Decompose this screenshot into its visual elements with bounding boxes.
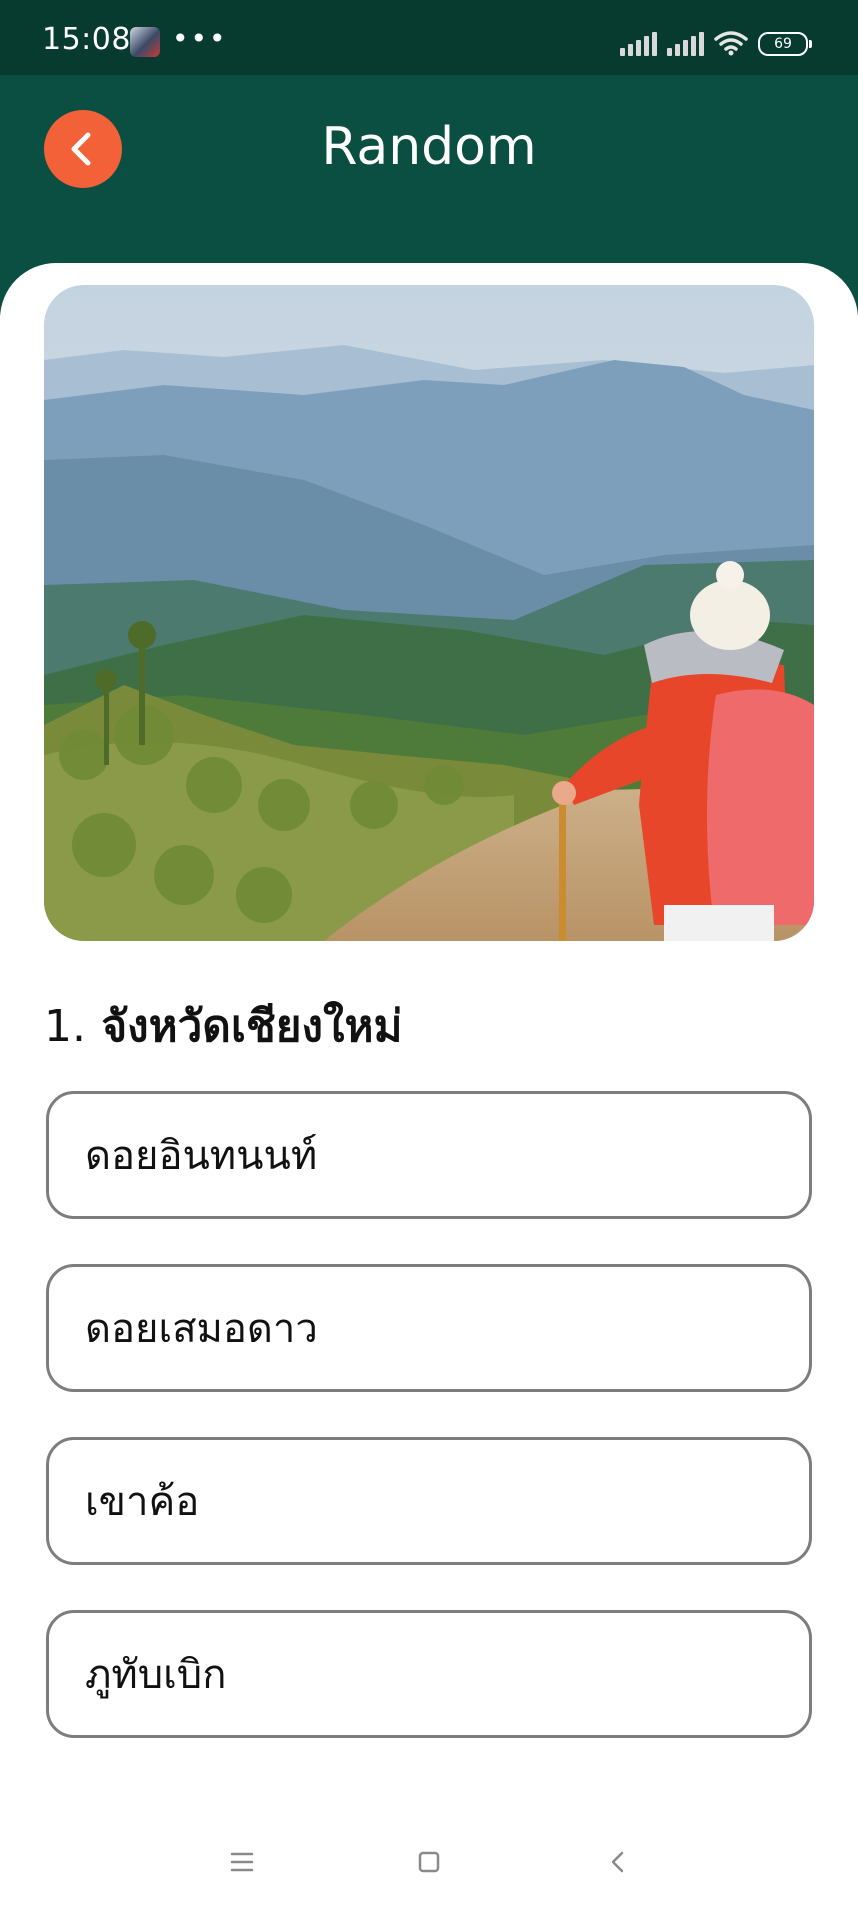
system-nav-bar bbox=[0, 1820, 858, 1907]
answer-option-4[interactable]: ภูทับเบิก bbox=[46, 1610, 812, 1738]
wifi-icon bbox=[714, 31, 748, 56]
answer-options: ดอยอินทนนท์ ดอยเสมอดาว เขาค้อ ภูทับเบิก bbox=[46, 1091, 812, 1783]
status-time: 15:08 bbox=[42, 22, 131, 57]
question-title: 1. จังหวัดเชียงใหม่ bbox=[44, 991, 403, 1061]
mountain-hiker-illustration bbox=[44, 285, 814, 941]
signal-icon bbox=[667, 32, 704, 56]
answer-option-label: ดอยเสมอดาว bbox=[85, 1306, 318, 1352]
page-title: Random bbox=[321, 117, 537, 177]
home-square-icon[interactable] bbox=[409, 1842, 449, 1882]
content-card: 1. จังหวัดเชียงใหม่ ดอยอินทนนท์ ดอยเสมอด… bbox=[0, 263, 858, 1907]
back-chevron-icon[interactable] bbox=[598, 1842, 638, 1882]
app-notification-icon bbox=[130, 27, 160, 57]
question-text: จังหวัดเชียงใหม่ bbox=[101, 1001, 403, 1052]
answer-option-2[interactable]: ดอยเสมอดาว bbox=[46, 1264, 812, 1392]
answer-option-label: ดอยอินทนนท์ bbox=[85, 1133, 318, 1179]
question-image bbox=[44, 285, 814, 941]
signal-icon bbox=[620, 32, 657, 56]
battery-icon: 69 bbox=[758, 32, 812, 56]
menu-icon[interactable] bbox=[222, 1842, 262, 1882]
status-bar: 15:08 ••• 69 bbox=[0, 0, 858, 75]
more-notifications-icon: ••• bbox=[172, 22, 228, 55]
question-number: 1. bbox=[44, 1001, 86, 1052]
answer-option-label: เขาค้อ bbox=[85, 1479, 200, 1525]
status-indicators: 69 bbox=[620, 26, 812, 56]
answer-option-3[interactable]: เขาค้อ bbox=[46, 1437, 812, 1565]
answer-option-1[interactable]: ดอยอินทนนท์ bbox=[46, 1091, 812, 1219]
answer-option-label: ภูทับเบิก bbox=[85, 1652, 227, 1698]
